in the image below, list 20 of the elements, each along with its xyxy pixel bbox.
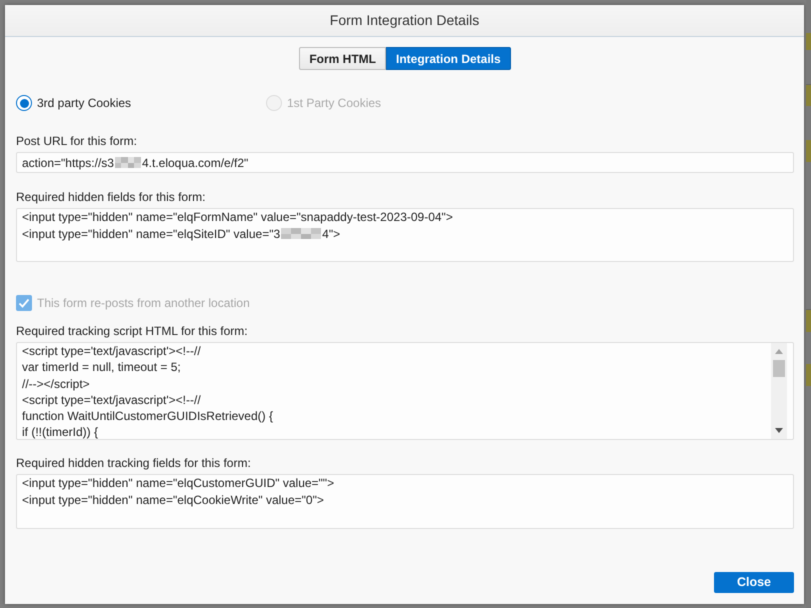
scroll-up-icon[interactable] (775, 349, 783, 354)
field-label: Required tracking script HTML for this form: (16, 324, 248, 338)
blurred-redaction-icon (114, 157, 141, 168)
tab[interactable]: Form HTML (299, 47, 386, 70)
blurred-redaction-icon (281, 228, 322, 240)
code-textarea[interactable]: <input type="hidden" name="elqFormName" value="snapaddy-test-2023-09-04"> <input type="hidden" name="elqSiteID" value="3 4"> (16, 208, 794, 262)
radio-button[interactable] (16, 95, 32, 111)
field-label: Required hidden tracking fields for this form: (16, 456, 251, 470)
radio-label[interactable]: 3rd party Cookies (37, 94, 132, 112)
url-field[interactable]: action="https://s3 4.t.eloqua.com/e/f2" (16, 152, 794, 173)
field-label: Required hidden fields for this form: (16, 190, 206, 204)
scroll-down-icon[interactable] (775, 428, 783, 433)
scroll-thumb[interactable] (773, 360, 785, 377)
tab[interactable]: Integration Details (386, 47, 511, 70)
window-title: Form Integration Details (330, 11, 480, 30)
close-button[interactable]: Close (714, 572, 794, 593)
code-textarea[interactable]: <input type="hidden" name="elqCustomerGUID" value=""> <input type="hidden" name="elqCookieWrite" value="0"> (16, 474, 794, 529)
code-textarea[interactable]: <script type='text/javascript'><!--// var timerId = null, timeout = 5; //--></script> <script type='text/javascript'><!--// function WaitUntilCustomerGUIDIsRetrieved() { if (!!(timerId)) { (16, 342, 794, 440)
field-label: Post URL for this form: (16, 134, 137, 148)
scrollbar[interactable] (771, 343, 787, 439)
